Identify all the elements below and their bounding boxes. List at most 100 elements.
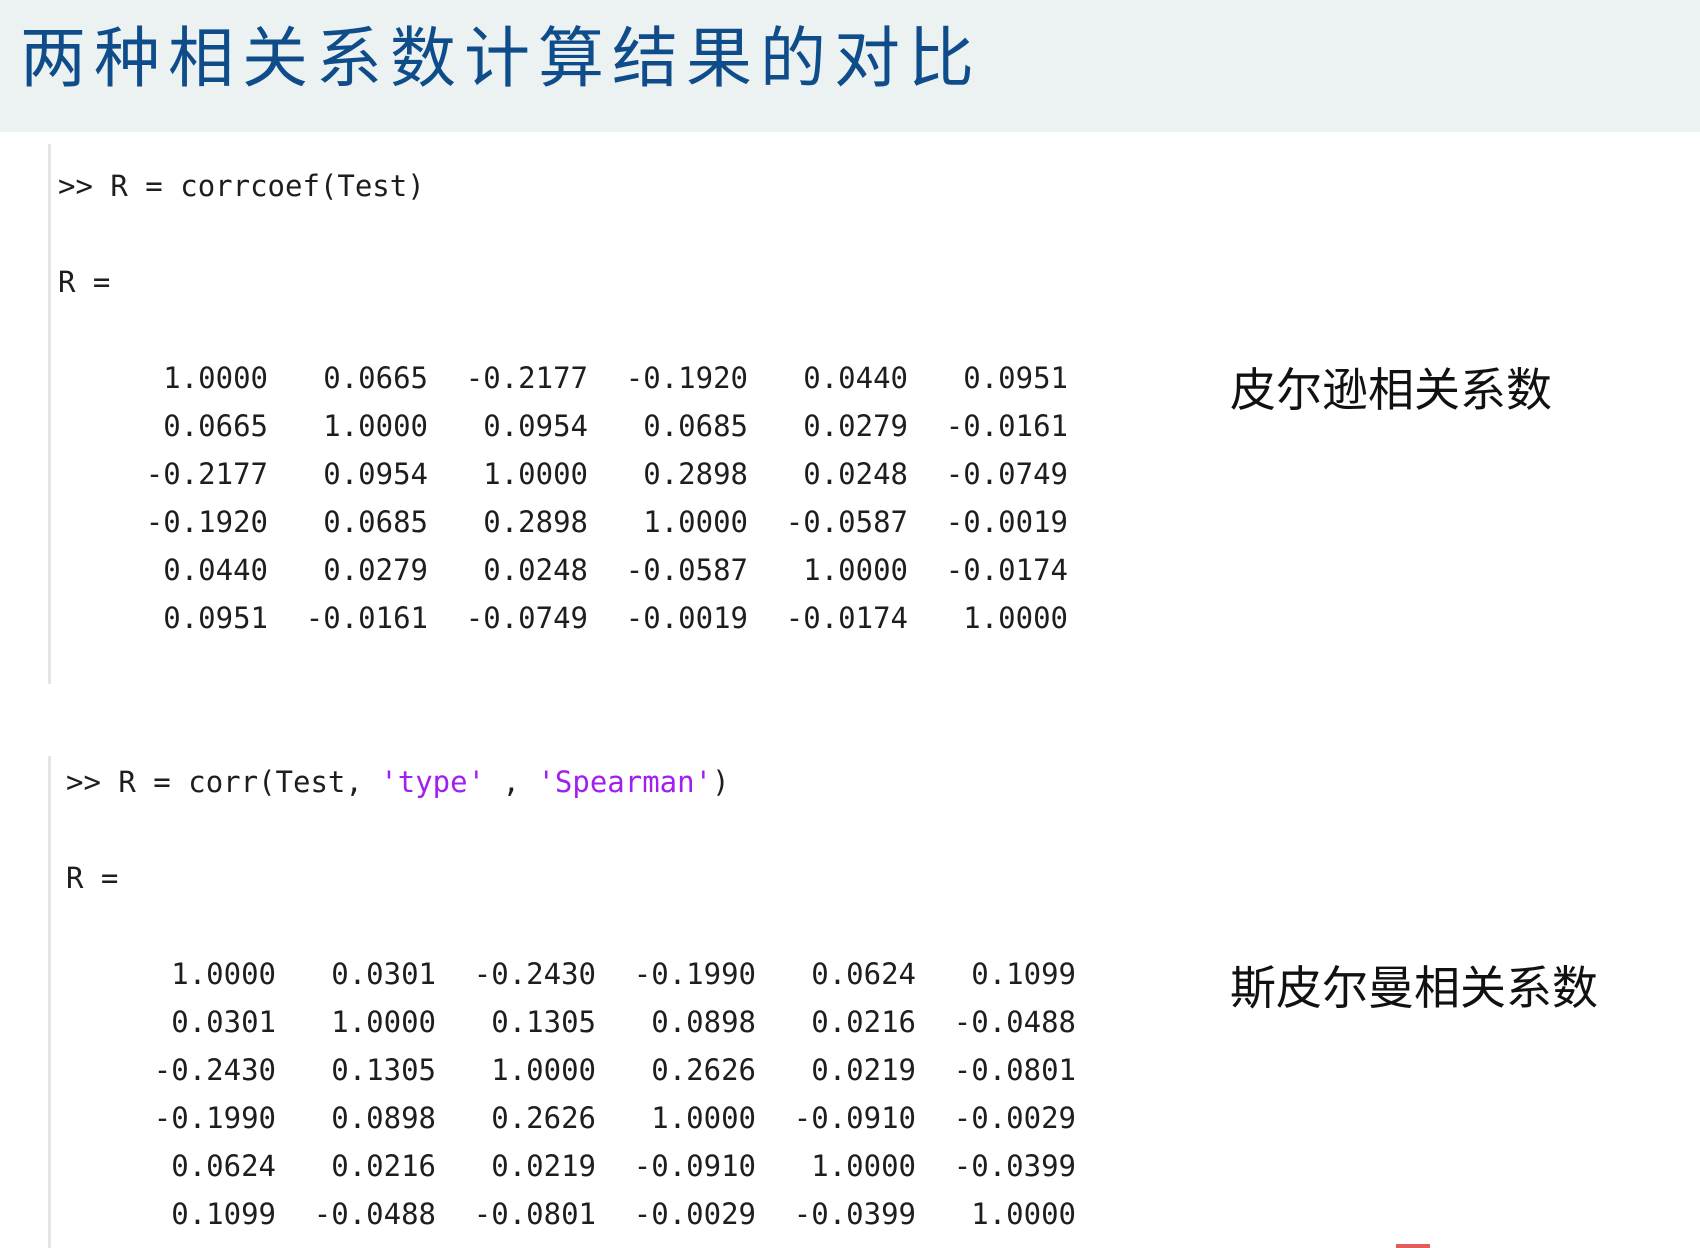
matrix-cell: 1.0000 xyxy=(483,457,588,491)
matrix-cell: -0.1920 xyxy=(145,505,268,539)
prompt-symbol: >> xyxy=(58,169,93,203)
matrix-row: 0.1099 -0.0488 -0.0801 -0.0029 -0.0399 1.0000 xyxy=(116,1190,1076,1238)
matrix-cell: 0.0440 xyxy=(803,361,908,395)
page-title: 两种相关系数计算结果的对比 xyxy=(20,20,982,97)
matrix-cell: 1.0000 xyxy=(331,1005,436,1039)
method-argument: 'Spearman' xyxy=(537,765,713,799)
spearman-caption: 斯皮尔曼相关系数 xyxy=(1230,961,1598,1015)
matrix-cell: 0.2898 xyxy=(483,505,588,539)
matrix-cell: 0.0685 xyxy=(323,505,428,539)
matrix-cell: 0.0279 xyxy=(803,409,908,443)
spearman-console: >> R = corr(Test, 'type' , 'Spearman') R… xyxy=(48,756,1076,1248)
matrix-cell: -0.0910 xyxy=(793,1101,916,1135)
matrix-cell: 1.0000 xyxy=(811,1149,916,1183)
matrix-cell: 0.1099 xyxy=(171,1197,276,1231)
matrix-cell: 0.0440 xyxy=(163,553,268,587)
matrix-row: -0.1920 0.0685 0.2898 1.0000 -0.0587 -0.0019 xyxy=(108,498,1068,546)
matrix-row: 0.0301 1.0000 0.1305 0.0898 0.0216 -0.0488 xyxy=(116,998,1076,1046)
matrix-cell: 0.0279 xyxy=(323,553,428,587)
matrix-row: 0.0440 0.0279 0.0248 -0.0587 1.0000 -0.0174 xyxy=(108,546,1068,594)
matrix-cell: 0.0685 xyxy=(643,409,748,443)
matrix-cell: -0.0019 xyxy=(945,505,1068,539)
matrix-cell: 0.0624 xyxy=(171,1149,276,1183)
matrix-cell: -0.0029 xyxy=(633,1197,756,1231)
matrix-cell: 0.0954 xyxy=(323,457,428,491)
correlation-matrix: 1.0000 0.0665 -0.2177 -0.1920 0.0440 0.0951 0.… xyxy=(108,354,1068,642)
matrix-cell: 0.0216 xyxy=(331,1149,436,1183)
matrix-cell: -0.0488 xyxy=(313,1197,436,1231)
title-bar: 两种相关系数计算结果的对比 xyxy=(0,0,1700,132)
matrix-row: 0.0951 -0.0161 -0.0749 -0.0019 -0.0174 1.0000 xyxy=(108,594,1068,642)
matrix-cell: 1.0000 xyxy=(163,361,268,395)
matrix-row: 0.0624 0.0216 0.0219 -0.0910 1.0000 -0.0399 xyxy=(116,1142,1076,1190)
matrix-cell: 0.2626 xyxy=(651,1053,756,1087)
command-line: >> R = corr(Test, 'type' , 'Spearman') xyxy=(66,762,730,802)
matrix-cell: 0.0898 xyxy=(331,1101,436,1135)
matrix-cell: -0.0019 xyxy=(625,601,748,635)
matrix-cell: 1.0000 xyxy=(651,1101,756,1135)
matrix-cell: 0.0951 xyxy=(163,601,268,635)
matrix-cell: -0.2430 xyxy=(473,957,596,991)
prompt-symbol: >> xyxy=(66,765,101,799)
decorative-corner-mark xyxy=(1396,1244,1430,1248)
matrix-cell: -0.0801 xyxy=(473,1197,596,1231)
matrix-cell: 0.0301 xyxy=(171,1005,276,1039)
matrix-row: 1.0000 0.0301 -0.2430 -0.1990 0.0624 0.1099 xyxy=(116,950,1076,998)
matrix-cell: 0.1099 xyxy=(971,957,1076,991)
matrix-cell: 0.0624 xyxy=(811,957,916,991)
matrix-cell: -0.0587 xyxy=(785,505,908,539)
matrix-cell: -0.0749 xyxy=(465,601,588,635)
console-gutter xyxy=(48,144,51,684)
matrix-cell: -0.2177 xyxy=(465,361,588,395)
matrix-cell: -0.0174 xyxy=(785,601,908,635)
matrix-cell: 1.0000 xyxy=(803,553,908,587)
matrix-cell: -0.0029 xyxy=(953,1101,1076,1135)
matrix-cell: -0.0910 xyxy=(633,1149,756,1183)
command-text: R = corr(Test, xyxy=(118,765,381,799)
matrix-row: -0.2430 0.1305 1.0000 0.2626 0.0219 -0.0801 xyxy=(116,1046,1076,1094)
matrix-cell: -0.0161 xyxy=(305,601,428,635)
matrix-cell: 1.0000 xyxy=(971,1197,1076,1231)
matrix-cell: -0.0161 xyxy=(945,409,1068,443)
matrix-row: 0.0665 1.0000 0.0954 0.0685 0.0279 -0.0161 xyxy=(108,402,1068,450)
matrix-row: -0.2177 0.0954 1.0000 0.2898 0.0248 -0.0749 xyxy=(108,450,1068,498)
matrix-cell: 0.0954 xyxy=(483,409,588,443)
matrix-cell: 0.0665 xyxy=(323,361,428,395)
matrix-row: 1.0000 0.0665 -0.2177 -0.1920 0.0440 0.0951 xyxy=(108,354,1068,402)
matrix-cell: 0.0248 xyxy=(483,553,588,587)
matrix-cell: -0.1990 xyxy=(153,1101,276,1135)
matrix-cell: 0.0219 xyxy=(811,1053,916,1087)
matrix-cell: -0.0174 xyxy=(945,553,1068,587)
result-label: R = xyxy=(58,265,111,299)
pearson-console: >> R = corrcoef(Test) R = 1.0000 0.0665 -0… xyxy=(48,144,1068,684)
matrix-cell: 0.0248 xyxy=(803,457,908,491)
console-gutter xyxy=(48,756,51,1248)
command-text: R = corrcoef(Test) xyxy=(110,169,425,203)
matrix-cell: 0.0301 xyxy=(331,957,436,991)
matrix-cell: 1.0000 xyxy=(323,409,428,443)
matrix-cell: -0.1990 xyxy=(633,957,756,991)
matrix-cell: 1.0000 xyxy=(171,957,276,991)
matrix-cell: -0.0399 xyxy=(953,1149,1076,1183)
matrix-cell: 1.0000 xyxy=(643,505,748,539)
correlation-matrix: 1.0000 0.0301 -0.2430 -0.1990 0.0624 0.1099 0.… xyxy=(116,950,1076,1238)
argument-separator: , xyxy=(485,765,538,799)
matrix-cell: 0.0898 xyxy=(651,1005,756,1039)
type-argument: 'type' xyxy=(380,765,486,799)
result-label: R = xyxy=(66,861,119,895)
matrix-cell: 0.1305 xyxy=(331,1053,436,1087)
matrix-cell: 1.0000 xyxy=(491,1053,596,1087)
matrix-cell: -0.1920 xyxy=(625,361,748,395)
pearson-caption: 皮尔逊相关系数 xyxy=(1230,363,1552,417)
matrix-cell: 1.0000 xyxy=(963,601,1068,635)
command-close: ) xyxy=(712,765,730,799)
matrix-cell: 0.2898 xyxy=(643,457,748,491)
matrix-cell: -0.2177 xyxy=(145,457,268,491)
matrix-cell: 0.0951 xyxy=(963,361,1068,395)
command-line: >> R = corrcoef(Test) xyxy=(58,166,425,206)
matrix-cell: -0.0587 xyxy=(625,553,748,587)
matrix-cell: 0.0216 xyxy=(811,1005,916,1039)
matrix-row: -0.1990 0.0898 0.2626 1.0000 -0.0910 -0.0029 xyxy=(116,1094,1076,1142)
matrix-cell: -0.0399 xyxy=(793,1197,916,1231)
matrix-cell: 0.0219 xyxy=(491,1149,596,1183)
